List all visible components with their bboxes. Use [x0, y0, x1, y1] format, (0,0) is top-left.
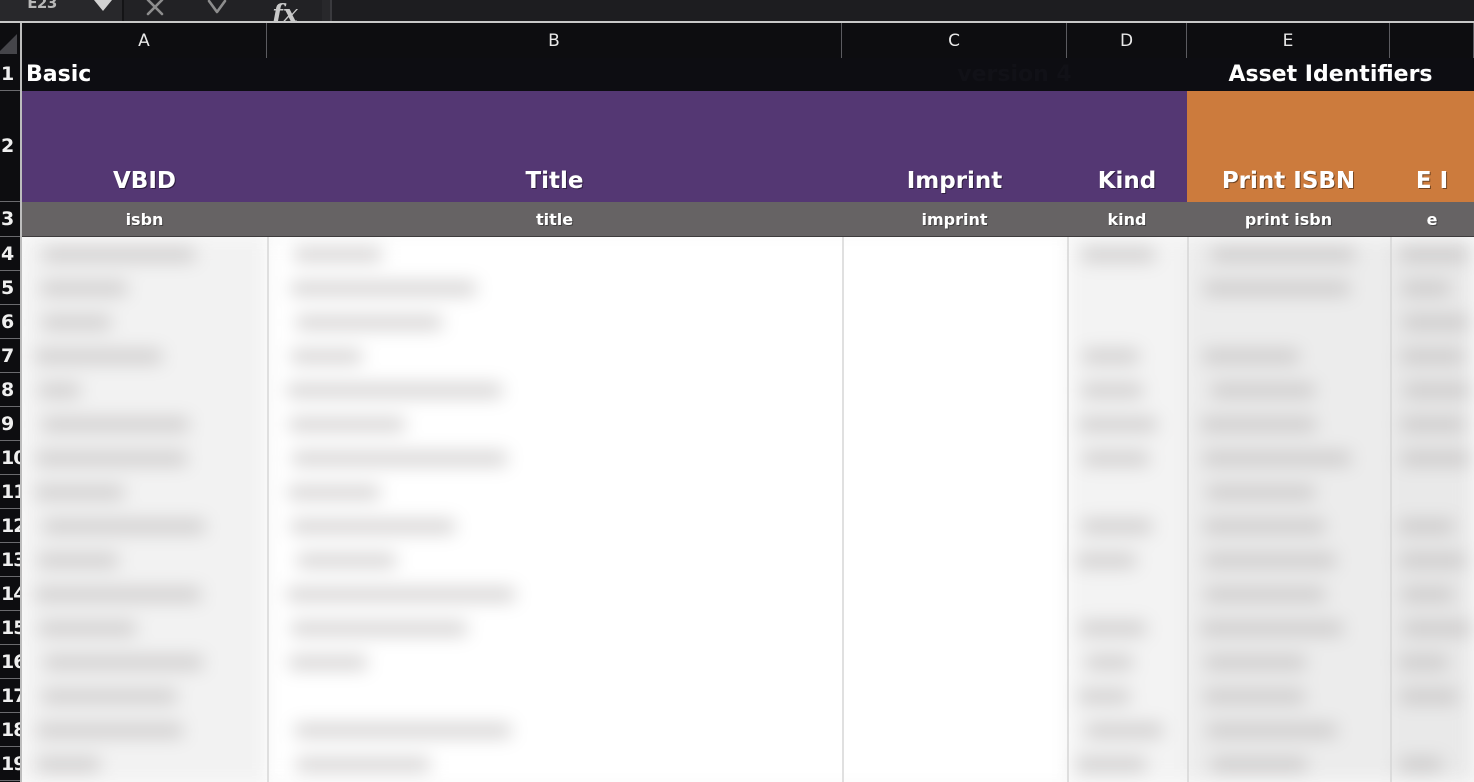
- row-header-1[interactable]: 1: [0, 58, 20, 91]
- row-header-16[interactable]: 16: [0, 645, 20, 679]
- chevron-down-icon[interactable]: [84, 0, 122, 21]
- column-title-row: VBID Title Imprint Kind Print ISBN E I: [22, 91, 1474, 202]
- row-header-15[interactable]: 15: [0, 611, 20, 645]
- column-header-A[interactable]: A: [22, 23, 267, 58]
- column-title-title: Title: [267, 91, 842, 202]
- column-header-D[interactable]: D: [1067, 23, 1187, 58]
- column-separator: [842, 237, 844, 782]
- field-name-row: isbn title imprint kind print isbn e: [22, 202, 1474, 237]
- fx-function-icon[interactable]: fx: [248, 0, 322, 21]
- select-all-corner[interactable]: [0, 23, 22, 58]
- column-header-band: ABCDE: [0, 23, 1474, 58]
- spreadsheet-window: E23 fx ABCDE 123456789101112131: [0, 0, 1474, 782]
- section-title-basic: Basic: [26, 62, 92, 87]
- row-header-12[interactable]: 12: [0, 509, 20, 543]
- section-title-row: Basic version 4 Asset Identifiers: [22, 58, 1474, 91]
- name-box[interactable]: E23: [0, 0, 84, 21]
- column-title-print-isbn: Print ISBN: [1187, 91, 1390, 202]
- row-header-4[interactable]: 4: [0, 237, 20, 271]
- column-title-kind: Kind: [1067, 91, 1187, 202]
- section-title-asset: Asset Identifiers: [1228, 62, 1433, 87]
- field-name-title: title: [535, 210, 574, 229]
- row-header-2[interactable]: 2: [0, 91, 20, 202]
- column-separator: [1187, 237, 1189, 782]
- data-region[interactable]: [22, 237, 1474, 782]
- formula-input[interactable]: [330, 0, 1474, 21]
- column-header-C[interactable]: C: [842, 23, 1067, 58]
- formula-bar: E23 fx: [0, 0, 1474, 23]
- column-header-B[interactable]: B: [267, 23, 842, 58]
- row-header-7[interactable]: 7: [0, 339, 20, 373]
- row-header-17[interactable]: 17: [0, 679, 20, 713]
- field-name-imprint: imprint: [921, 210, 988, 229]
- field-name-print-isbn: print isbn: [1244, 210, 1333, 229]
- spreadsheet-grid: ABCDE 1234567891011121314151617181920212…: [0, 23, 1474, 782]
- field-name-kind: kind: [1107, 210, 1147, 229]
- row-header-18[interactable]: 18: [0, 713, 20, 747]
- accept-check-icon[interactable]: [186, 0, 248, 21]
- row-header-column: 1234567891011121314151617181920212223: [0, 58, 22, 782]
- column-title-vbid: VBID: [22, 91, 267, 202]
- row-header-6[interactable]: 6: [0, 305, 20, 339]
- row-header-11[interactable]: 11: [0, 475, 20, 509]
- row-header-8[interactable]: 8: [0, 373, 20, 407]
- redacted-content: [22, 237, 1474, 782]
- row-header-19[interactable]: 19: [0, 747, 20, 781]
- row-header-5[interactable]: 5: [0, 271, 20, 305]
- column-separator: [1390, 237, 1392, 782]
- field-name-isbn: isbn: [125, 210, 164, 229]
- field-name-e: e: [1426, 210, 1438, 229]
- section-title-version: version 4: [957, 62, 1072, 87]
- row-header-3[interactable]: 3: [0, 202, 20, 237]
- column-header-E[interactable]: E: [1187, 23, 1390, 58]
- column-separator: [267, 237, 269, 782]
- select-all-triangle-icon: [0, 34, 17, 54]
- row-header-10[interactable]: 10: [0, 441, 20, 475]
- sheet-body: Basic version 4 Asset Identifiers VBID Titl…: [22, 58, 1474, 782]
- row-header-13[interactable]: 13: [0, 543, 20, 577]
- cancel-x-icon[interactable]: [124, 0, 186, 21]
- column-separator: [1067, 237, 1069, 782]
- row-header-14[interactable]: 14: [0, 577, 20, 611]
- row-header-9[interactable]: 9: [0, 407, 20, 441]
- column-title-e-i: E I: [1390, 91, 1474, 202]
- column-header-overflow[interactable]: [1390, 23, 1474, 58]
- column-title-imprint: Imprint: [842, 91, 1067, 202]
